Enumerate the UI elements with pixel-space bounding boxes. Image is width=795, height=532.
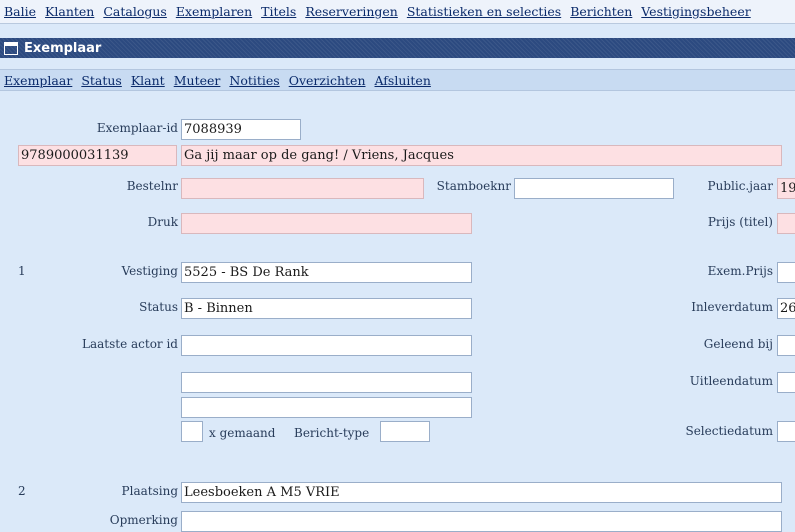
geleend-bij-field[interactable] <box>777 335 795 356</box>
submenu-muteer[interactable]: Muteer <box>174 73 221 88</box>
gemaand-field[interactable] <box>181 421 203 442</box>
vestiging-label: Vestiging <box>121 264 178 278</box>
selectiedatum-label: Selectiedatum <box>685 424 773 438</box>
submenu-status[interactable]: Status <box>81 73 122 88</box>
section-number-2: 2 <box>18 484 26 498</box>
laatste-actor-label: Laatste actor id <box>82 337 178 351</box>
opmerking-label: Opmerking <box>109 513 178 527</box>
exem-prijs-field[interactable] <box>777 262 795 283</box>
exemplaar-id-field[interactable]: 7088939 <box>181 119 301 140</box>
prijs-titel-label: Prijs (titel) <box>707 215 773 229</box>
status-label: Status <box>139 300 178 314</box>
uitleendatum-label: Uitleendatum <box>689 374 773 388</box>
vestiging-field[interactable]: 5525 - BS De Rank <box>181 262 472 283</box>
exemplaar-id-label: Exemplaar-id <box>96 121 178 135</box>
druk-field[interactable] <box>181 213 472 234</box>
plaatsing-field[interactable]: Leesboeken A M5 VRIE <box>181 482 782 503</box>
bericht-type-field[interactable] <box>380 421 430 442</box>
menu-reserveringen[interactable]: Reserveringen <box>305 4 398 19</box>
menu-exemplaren[interactable]: Exemplaren <box>176 4 252 19</box>
menu-statistieken[interactable]: Statistieken en selecties <box>407 4 561 19</box>
inleverdatum-field[interactable]: 26 <box>777 298 795 319</box>
menu-balie[interactable]: Balie <box>4 4 36 19</box>
extra-field-1[interactable] <box>181 372 472 393</box>
exem-prijs-label: Exem.Prijs <box>707 264 773 278</box>
gemaand-label: x gemaand <box>209 426 276 440</box>
section-number-1: 1 <box>18 264 26 278</box>
publicjaar-label: Public.jaar <box>707 179 773 193</box>
bestelnr-label: Bestelnr <box>126 179 178 193</box>
window-icon <box>4 41 18 55</box>
submenu-klant[interactable]: Klant <box>131 73 165 88</box>
bericht-type-label: Bericht-type <box>294 426 370 440</box>
menu-vestigingsbeheer[interactable]: Vestigingsbeheer <box>641 4 750 19</box>
inleverdatum-label: Inleverdatum <box>691 300 773 314</box>
prijs-titel-field[interactable] <box>777 213 795 234</box>
main-menu-bar: Balie Klanten Catalogus Exemplaren Titel… <box>0 0 795 24</box>
isbn-field[interactable]: 9789000031139 <box>18 145 177 166</box>
submenu-afsluiten[interactable]: Afsluiten <box>375 73 431 88</box>
status-field[interactable]: B - Binnen <box>181 298 472 319</box>
selectiedatum-field[interactable] <box>777 421 795 442</box>
opmerking-field[interactable] <box>181 511 782 532</box>
bestelnr-field[interactable] <box>181 178 424 199</box>
stamboeknr-label: Stamboeknr <box>436 179 511 193</box>
menu-catalogus[interactable]: Catalogus <box>103 4 166 19</box>
submenu-overzichten[interactable]: Overzichten <box>289 73 366 88</box>
plaatsing-label: Plaatsing <box>121 484 178 498</box>
laatste-actor-field[interactable] <box>181 335 472 356</box>
submenu-notities[interactable]: Notities <box>229 73 279 88</box>
menu-berichten[interactable]: Berichten <box>570 4 632 19</box>
menu-titels[interactable]: Titels <box>261 4 296 19</box>
menu-klanten[interactable]: Klanten <box>45 4 94 19</box>
druk-label: Druk <box>147 215 178 229</box>
window-menu-bar: Exemplaar Status Klant Muteer Notities O… <box>0 69 795 91</box>
uitleendatum-field[interactable] <box>777 372 795 393</box>
publicjaar-field[interactable]: 19 <box>777 178 795 199</box>
stamboeknr-field[interactable] <box>514 178 674 199</box>
window-title: Exemplaar <box>24 40 102 56</box>
geleend-bij-label: Geleend bij <box>703 337 773 351</box>
window-title-bar: Exemplaar <box>0 38 795 58</box>
title-author-field[interactable]: Ga jij maar op de gang! / Vriens, Jacque… <box>181 145 782 166</box>
submenu-exemplaar[interactable]: Exemplaar <box>4 73 72 88</box>
extra-field-2[interactable] <box>181 397 472 418</box>
